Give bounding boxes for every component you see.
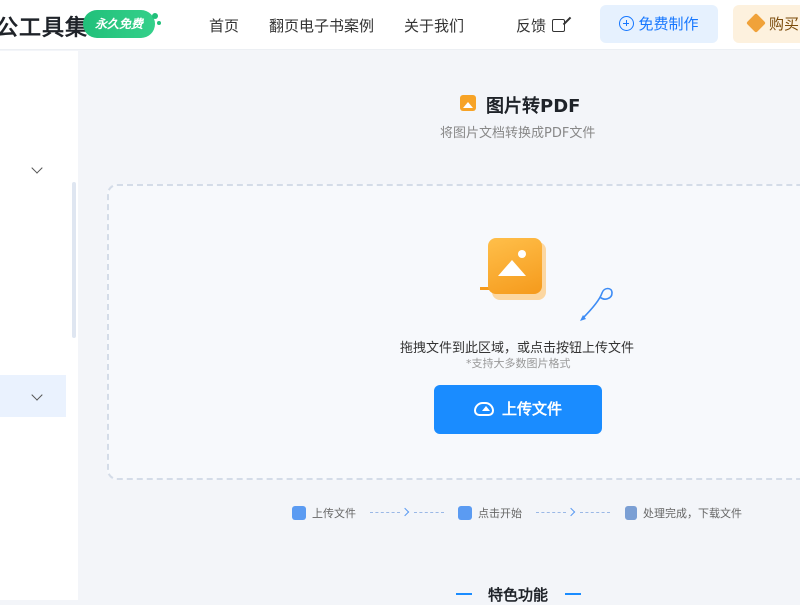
image-upload-illustration bbox=[488, 238, 546, 300]
step-start-label: 点击开始 bbox=[478, 507, 522, 520]
step-connector bbox=[536, 512, 566, 513]
cursor-swirl-icon bbox=[580, 287, 613, 321]
nav-ebook-cases[interactable]: 翻页电子书案例 bbox=[269, 15, 374, 36]
badge-dot-small bbox=[157, 21, 162, 25]
step-download-label: 处理完成，下载文件 bbox=[643, 507, 742, 520]
sidebar bbox=[0, 51, 78, 600]
logo-text[interactable]: 公工具集 bbox=[0, 10, 88, 42]
step-connector bbox=[414, 512, 444, 513]
free-make-button[interactable]: 免费制作 bbox=[600, 5, 718, 43]
plus-circle-icon bbox=[619, 16, 635, 31]
cloud-upload-icon bbox=[473, 402, 494, 416]
start-step-icon bbox=[458, 506, 472, 520]
buy-label: 购买 bbox=[769, 15, 800, 33]
step-start: 点击开始 bbox=[458, 505, 522, 521]
page-title: 图片转PDF bbox=[486, 96, 581, 117]
edit-icon bbox=[552, 19, 566, 32]
nav-feedback[interactable]: 反馈 bbox=[516, 15, 566, 36]
mountain-icon bbox=[498, 260, 526, 276]
free-make-label: 免费制作 bbox=[638, 15, 699, 33]
features-title-line-right bbox=[565, 593, 581, 595]
supported-formats-hint: *支持大多数图片格式 bbox=[466, 357, 571, 370]
page-subtitle: 将图片文档转换成PDF文件 bbox=[440, 126, 596, 141]
buy-button[interactable]: 购买 bbox=[733, 5, 800, 43]
step-connector bbox=[370, 512, 400, 513]
diamond-icon bbox=[746, 13, 766, 33]
image-icon bbox=[460, 95, 476, 111]
step-download: 处理完成，下载文件 bbox=[625, 505, 742, 521]
features-title: 特色功能 bbox=[488, 586, 549, 604]
nav-home[interactable]: 首页 bbox=[209, 15, 239, 36]
chevron-down-icon[interactable] bbox=[31, 162, 43, 174]
step-arrow-icon bbox=[400, 507, 410, 517]
illustration-front bbox=[488, 238, 542, 294]
download-step-icon bbox=[625, 506, 637, 520]
sun-icon bbox=[518, 250, 526, 258]
step-arrow-icon bbox=[566, 507, 576, 517]
step-upload: 上传文件 bbox=[292, 505, 356, 521]
features-title-line-left bbox=[456, 593, 472, 595]
upload-step-icon bbox=[292, 506, 306, 520]
badge-dot bbox=[152, 13, 159, 19]
upload-dropzone[interactable] bbox=[107, 184, 800, 480]
free-forever-badge: 永久免费 bbox=[83, 10, 162, 38]
nav-feedback-label: 反馈 bbox=[516, 17, 547, 35]
upload-button-label: 上传文件 bbox=[501, 400, 562, 418]
upload-file-button[interactable]: 上传文件 bbox=[434, 385, 602, 434]
drop-instruction-text: 拖拽文件到此区域，或点击按钮上传文件 bbox=[400, 341, 635, 356]
step-upload-label: 上传文件 bbox=[312, 507, 356, 520]
free-badge-label: 永久免费 bbox=[95, 17, 144, 31]
nav-about-us[interactable]: 关于我们 bbox=[404, 15, 464, 36]
step-connector bbox=[580, 512, 610, 513]
sidebar-scrollbar[interactable] bbox=[72, 182, 76, 338]
top-header: 公工具集 永久免费 首页 翻页电子书案例 关于我们 反馈 免费制作 购买 bbox=[0, 0, 800, 50]
